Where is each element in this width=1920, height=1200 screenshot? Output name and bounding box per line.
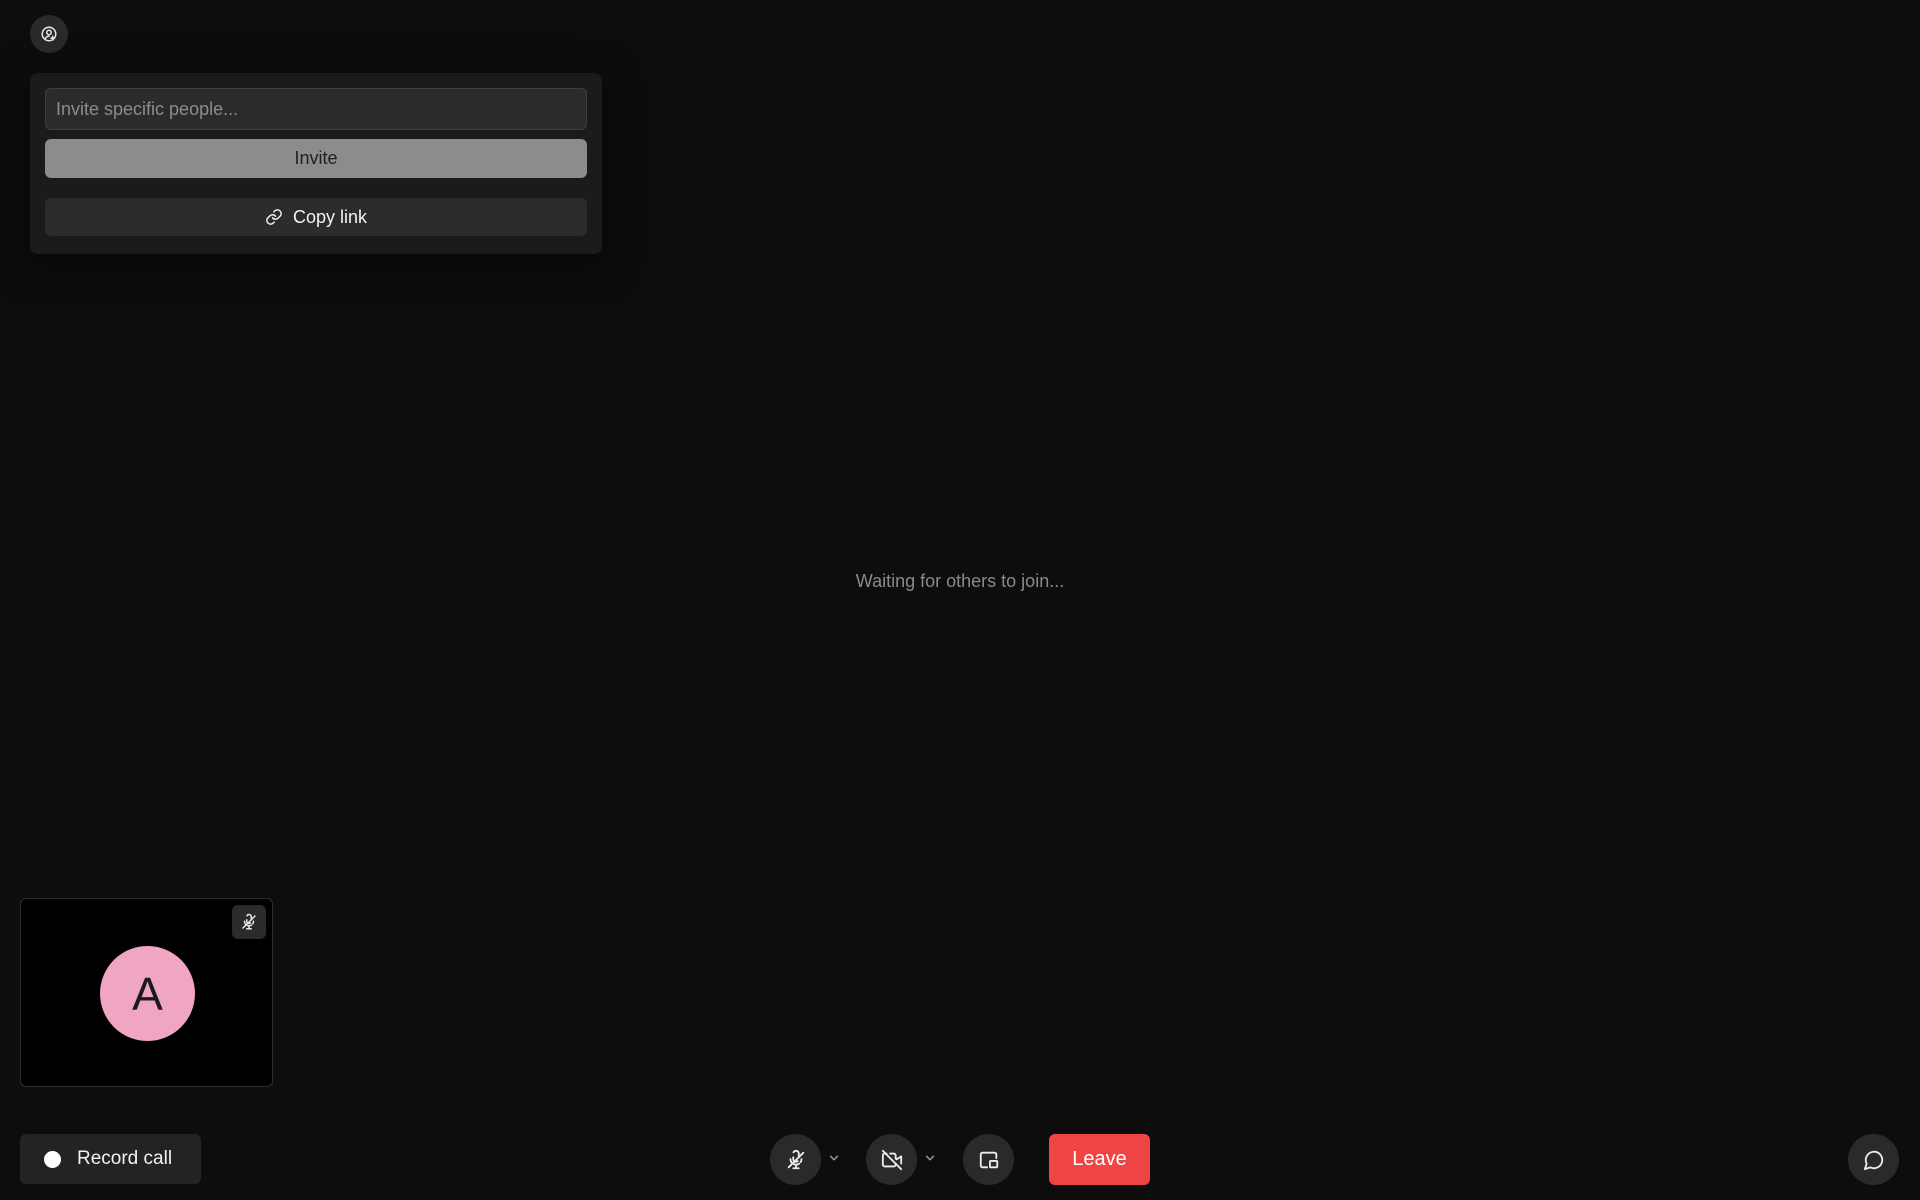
chat-icon xyxy=(1863,1150,1883,1170)
camera-options-button[interactable] xyxy=(922,1150,938,1166)
mic-off-icon xyxy=(787,1149,804,1169)
invite-toggle-button[interactable] xyxy=(30,15,68,53)
avatar: A xyxy=(100,946,195,1041)
copy-link-label: Copy link xyxy=(292,206,368,227)
avatar-initial: A xyxy=(132,967,163,1020)
call-screen: Invite Copy link Waiting for others to j… xyxy=(0,0,1920,1200)
invite-people-input[interactable] xyxy=(45,88,587,130)
leave-button-label: Leave xyxy=(1072,1148,1127,1170)
record-dot-icon xyxy=(44,1150,61,1168)
microphone-button[interactable] xyxy=(770,1134,821,1185)
chat-button[interactable] xyxy=(1848,1134,1899,1185)
screen-share-icon xyxy=(979,1151,998,1168)
camera-button[interactable] xyxy=(866,1134,917,1185)
invite-button[interactable]: Invite xyxy=(45,139,587,178)
chevron-down-icon xyxy=(829,1155,839,1161)
record-call-button[interactable]: Record call xyxy=(20,1134,201,1184)
mic-off-icon xyxy=(242,913,256,930)
tile-mute-indicator xyxy=(232,905,266,939)
record-call-label: Record call xyxy=(77,1148,173,1169)
link-icon xyxy=(266,209,282,225)
microphone-options-button[interactable] xyxy=(826,1150,842,1166)
invite-popover: Invite Copy link xyxy=(30,73,602,254)
user-add-icon xyxy=(41,26,57,42)
waiting-message: Waiting for others to join... xyxy=(855,571,1065,591)
video-off-icon xyxy=(881,1149,902,1170)
self-video-tile: A xyxy=(20,898,273,1087)
chevron-down-icon xyxy=(925,1155,935,1161)
copy-link-button[interactable]: Copy link xyxy=(45,198,587,236)
invite-button-label: Invite xyxy=(294,148,338,168)
leave-button[interactable]: Leave xyxy=(1049,1134,1150,1185)
screen-share-button[interactable] xyxy=(963,1134,1014,1185)
